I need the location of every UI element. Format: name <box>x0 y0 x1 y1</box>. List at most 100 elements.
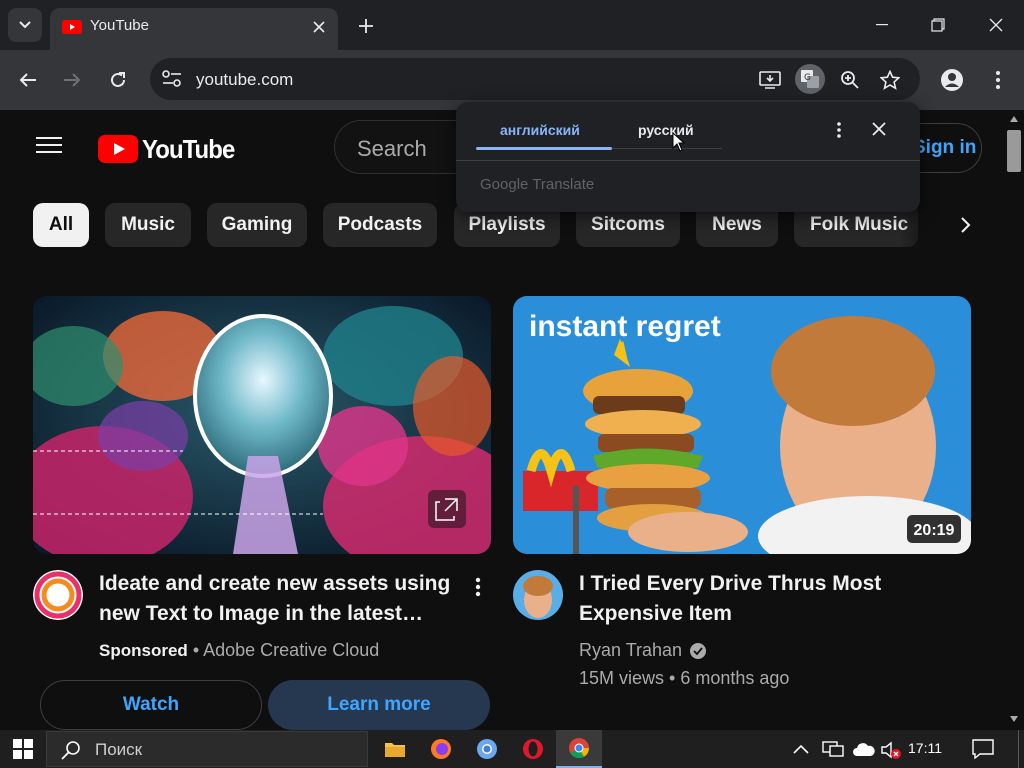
windows-taskbar: Поиск 17:11 <box>0 730 1024 768</box>
mouse-cursor-icon <box>672 132 686 152</box>
youtube-logo[interactable]: YouTube <box>98 134 242 164</box>
site-settings-icon[interactable] <box>162 70 182 88</box>
learn-more-button[interactable]: Learn more <box>268 680 490 730</box>
youtube-play-icon <box>98 135 138 163</box>
popup-divider <box>456 160 920 161</box>
scroll-up-icon[interactable] <box>1010 116 1018 122</box>
install-app-icon[interactable] <box>756 66 784 94</box>
ad-meta: Sponsored • Adobe Creative Cloud <box>99 640 380 660</box>
tab-divider <box>612 148 722 149</box>
coral-portal-image <box>33 296 491 554</box>
chromium-icon[interactable] <box>464 730 510 768</box>
scroll-down-icon[interactable] <box>1010 716 1018 722</box>
video-stats: 15M views • 6 months ago <box>579 668 790 688</box>
network-icon[interactable] <box>822 740 844 758</box>
more-actions-icon[interactable] <box>466 576 490 600</box>
tab-close-icon[interactable] <box>308 16 330 38</box>
svg-text:G: G <box>804 73 811 83</box>
plus-icon <box>359 19 373 33</box>
volume-muted-icon[interactable] <box>880 740 902 760</box>
page-scrollbar[interactable] <box>1004 110 1024 730</box>
translate-popup: английский русский Google Translate <box>456 102 920 212</box>
ad-channel[interactable]: Adobe Creative Cloud <box>203 640 379 660</box>
chip-music[interactable]: Music <box>105 203 191 247</box>
close-icon <box>989 18 1003 32</box>
firefox-icon[interactable] <box>418 730 464 768</box>
opera-icon[interactable] <box>510 730 556 768</box>
arrow-right-icon <box>64 73 81 87</box>
tab-strip: YouTube <box>0 0 1024 50</box>
chip-podcasts[interactable]: Podcasts <box>323 203 437 247</box>
title-line: Expensive Item <box>579 602 732 625</box>
title-line: Ideate and create new assets using <box>99 572 451 595</box>
scroll-thumb[interactable] <box>1007 130 1021 172</box>
youtube-logo-text: YouTube <box>142 133 235 164</box>
taskbar-search-box[interactable]: Поиск <box>46 731 368 767</box>
bookmark-star-icon[interactable] <box>876 66 904 94</box>
channel-row: Ryan Trahan <box>579 640 707 661</box>
profile-button[interactable] <box>936 64 968 96</box>
video-duration: 20:19 <box>914 522 955 539</box>
chip-all[interactable]: All <box>33 203 89 247</box>
forward-button[interactable] <box>56 64 88 96</box>
sign-in-label: Sign in <box>913 137 977 158</box>
profile-icon <box>941 69 963 91</box>
taskbar-search-text: Поиск <box>95 740 143 759</box>
browser-toolbar: youtube.com G <box>0 50 1024 110</box>
browser-menu-button[interactable] <box>982 64 1014 96</box>
channel-avatar[interactable] <box>513 570 563 620</box>
video-thumbnail[interactable]: instant regret 20:19 <box>513 296 971 554</box>
back-button[interactable] <box>12 64 44 96</box>
restore-button[interactable] <box>918 8 958 42</box>
title-line: I Tried Every Drive Thrus Most <box>579 572 882 595</box>
chevron-up-icon[interactable] <box>792 743 810 755</box>
active-tab-indicator <box>476 147 612 150</box>
taskbar-clock[interactable]: 17:11 <box>908 740 942 756</box>
notification-icon[interactable] <box>972 739 994 759</box>
tab-title: YouTube <box>90 17 149 34</box>
guide-menu-icon[interactable] <box>30 132 70 164</box>
reload-button[interactable] <box>102 64 134 96</box>
watch-button[interactable]: Watch <box>40 680 262 730</box>
chevron-right-icon[interactable] <box>950 210 980 240</box>
burger-thumbnail-image: instant regret 20:19 <box>513 296 971 554</box>
translate-page-icon[interactable]: G <box>795 64 825 94</box>
show-desktop-button[interactable] <box>1018 730 1024 768</box>
source-language-tab[interactable]: английский <box>500 122 580 138</box>
start-button[interactable] <box>0 730 46 768</box>
channel-name[interactable]: Ryan Trahan <box>579 640 682 661</box>
video-title-ad[interactable]: Ideate and create new assets using new T… <box>99 569 459 629</box>
url-text[interactable]: youtube.com <box>196 70 293 90</box>
reload-icon <box>111 72 125 87</box>
close-window-button[interactable] <box>976 8 1016 42</box>
tab-search-button[interactable] <box>8 8 42 42</box>
address-bar[interactable]: youtube.com G <box>150 58 920 100</box>
thumbnail-caption: instant regret <box>529 310 721 343</box>
translate-close-icon[interactable] <box>872 122 890 140</box>
chip-gaming[interactable]: Gaming <box>207 203 307 247</box>
new-tab-button[interactable] <box>352 12 380 40</box>
search-placeholder: Search <box>357 136 427 161</box>
verified-icon <box>690 642 707 659</box>
search-icon <box>61 741 80 760</box>
minimize-button[interactable] <box>862 8 902 42</box>
sponsored-label: Sponsored <box>99 641 188 660</box>
chevron-down-icon <box>19 21 31 29</box>
translate-options-icon[interactable] <box>830 120 848 140</box>
video-thumbnail-ad[interactable] <box>33 296 491 554</box>
youtube-favicon-icon <box>62 20 82 34</box>
zoom-icon[interactable] <box>836 66 864 94</box>
onedrive-icon[interactable] <box>852 741 876 757</box>
restore-icon <box>931 18 945 32</box>
chrome-icon[interactable] <box>556 730 602 768</box>
video-title[interactable]: I Tried Every Drive Thrus Most Expensive… <box>579 569 969 629</box>
arrow-left-icon <box>19 73 36 87</box>
google-translate-branding: Google Translate <box>480 176 595 193</box>
kebab-menu-icon <box>996 71 1000 89</box>
browser-tab[interactable]: YouTube <box>50 8 338 50</box>
title-line: new Text to Image in the latest… <box>99 602 424 625</box>
adobe-cc-avatar[interactable] <box>33 570 83 620</box>
windows-logo-icon <box>13 739 33 759</box>
file-explorer-icon[interactable] <box>372 730 418 768</box>
minimize-icon <box>876 24 888 26</box>
